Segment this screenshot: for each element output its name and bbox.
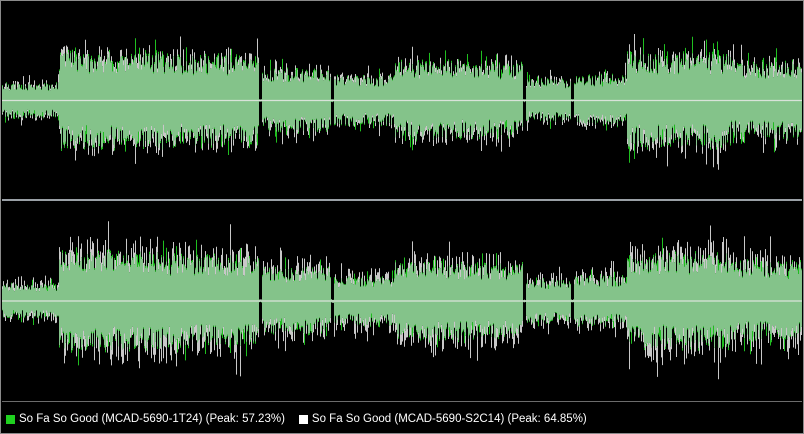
- legend-label-track-1: So Fa So Good (MCAD-5690-1T24) (Peak: 57…: [19, 413, 285, 425]
- waveform-comparison-panel: [0, 0, 804, 434]
- legend-item-track-2: So Fa So Good (MCAD-5690-S2C14) (Peak: 6…: [298, 413, 587, 425]
- waveform-track-channel-1: [2, 2, 802, 199]
- legend-divider: [2, 401, 802, 402]
- legend: So Fa So Good (MCAD-5690-1T24) (Peak: 57…: [6, 411, 587, 427]
- legend-swatch-track-2: [298, 414, 308, 424]
- legend-label-track-2: So Fa So Good (MCAD-5690-S2C14) (Peak: 6…: [311, 413, 587, 425]
- legend-item-track-1: So Fa So Good (MCAD-5690-1T24) (Peak: 57…: [6, 413, 285, 425]
- waveform-track-channel-2: [2, 202, 802, 400]
- waveform-plot-channel-1: [2, 34, 802, 170]
- waveform-plot-channel-2: [2, 221, 802, 380]
- legend-swatch-track-1: [6, 414, 15, 424]
- channel-separator: [2, 199, 802, 201]
